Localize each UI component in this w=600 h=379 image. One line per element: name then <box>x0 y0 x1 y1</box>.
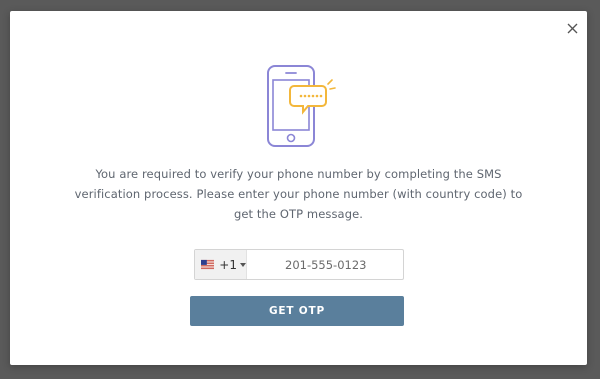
phone-sms-icon <box>267 65 336 147</box>
get-otp-button[interactable]: GET OTP <box>190 296 404 326</box>
close-button[interactable] <box>563 19 581 37</box>
chevron-down-icon <box>240 262 246 267</box>
otp-verification-modal: You are required to verify your phone nu… <box>10 11 587 365</box>
verification-instructions: You are required to verify your phone nu… <box>74 167 523 221</box>
phone-number-input[interactable] <box>247 250 431 279</box>
close-icon <box>567 23 577 33</box>
country-code-selector[interactable]: +1 <box>195 250 247 279</box>
phone-number-field: +1 <box>194 249 431 280</box>
dial-code: +1 <box>219 257 237 272</box>
us-flag-icon <box>201 259 215 270</box>
